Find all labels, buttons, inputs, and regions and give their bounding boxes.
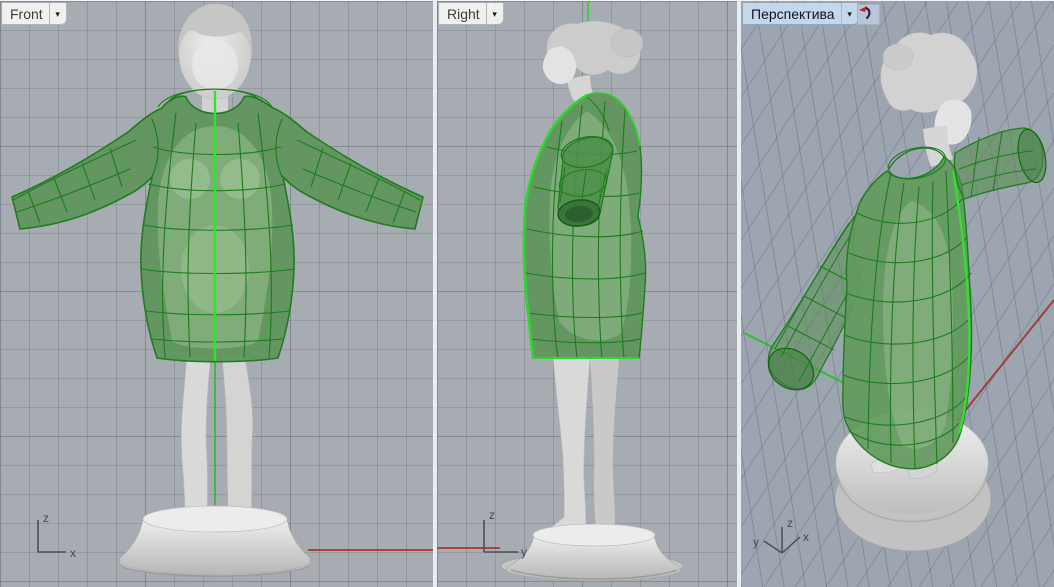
chevron-down-icon[interactable]: ▾ [487,4,503,24]
dress-front[interactable] [11,88,424,363]
dress-right[interactable] [522,92,647,359]
viewport-label-perspective[interactable]: Перспектива ▾ [743,3,859,25]
axis-label-x: x [803,530,809,544]
axis-indicator-front: z x [37,511,76,560]
axis-label-x: x [70,546,76,560]
rotate-view-icon [859,6,871,20]
rotate-view-button[interactable] [857,4,880,25]
viewport-right[interactable]: Right ▾ z y [437,1,737,587]
perspective-view-canvas[interactable]: z x y [741,1,1054,587]
viewport-perspective[interactable]: Перспектива ▾ z x y [741,1,1054,587]
chevron-down-icon[interactable]: ▾ [50,4,66,24]
viewport-front[interactable]: Front ▾ z x [0,1,433,587]
viewport-title-front[interactable]: Front [10,4,49,24]
viewport-workspace: Front ▾ z x Right ▾ z y Перспектива ▾ z … [0,0,1054,587]
axis-label-z: z [489,508,495,522]
chevron-down-icon[interactable]: ▾ [842,4,858,24]
axis-label-z: z [43,511,49,525]
axis-indicator-perspective: z x y [753,516,809,554]
axis-label-y: y [753,535,759,549]
viewport-title-perspective[interactable]: Перспектива [751,4,841,24]
axis-indicator-right: z y [483,508,527,559]
viewport-title-right[interactable]: Right [447,4,486,24]
viewport-label-right[interactable]: Right ▾ [439,3,504,25]
right-view-canvas[interactable]: z y [437,1,737,587]
axis-label-y: y [521,545,527,559]
viewport-label-front[interactable]: Front ▾ [2,3,67,25]
front-view-canvas[interactable]: z x [0,1,433,587]
dress-perspective[interactable] [760,127,1050,470]
axis-label-z: z [787,516,793,530]
